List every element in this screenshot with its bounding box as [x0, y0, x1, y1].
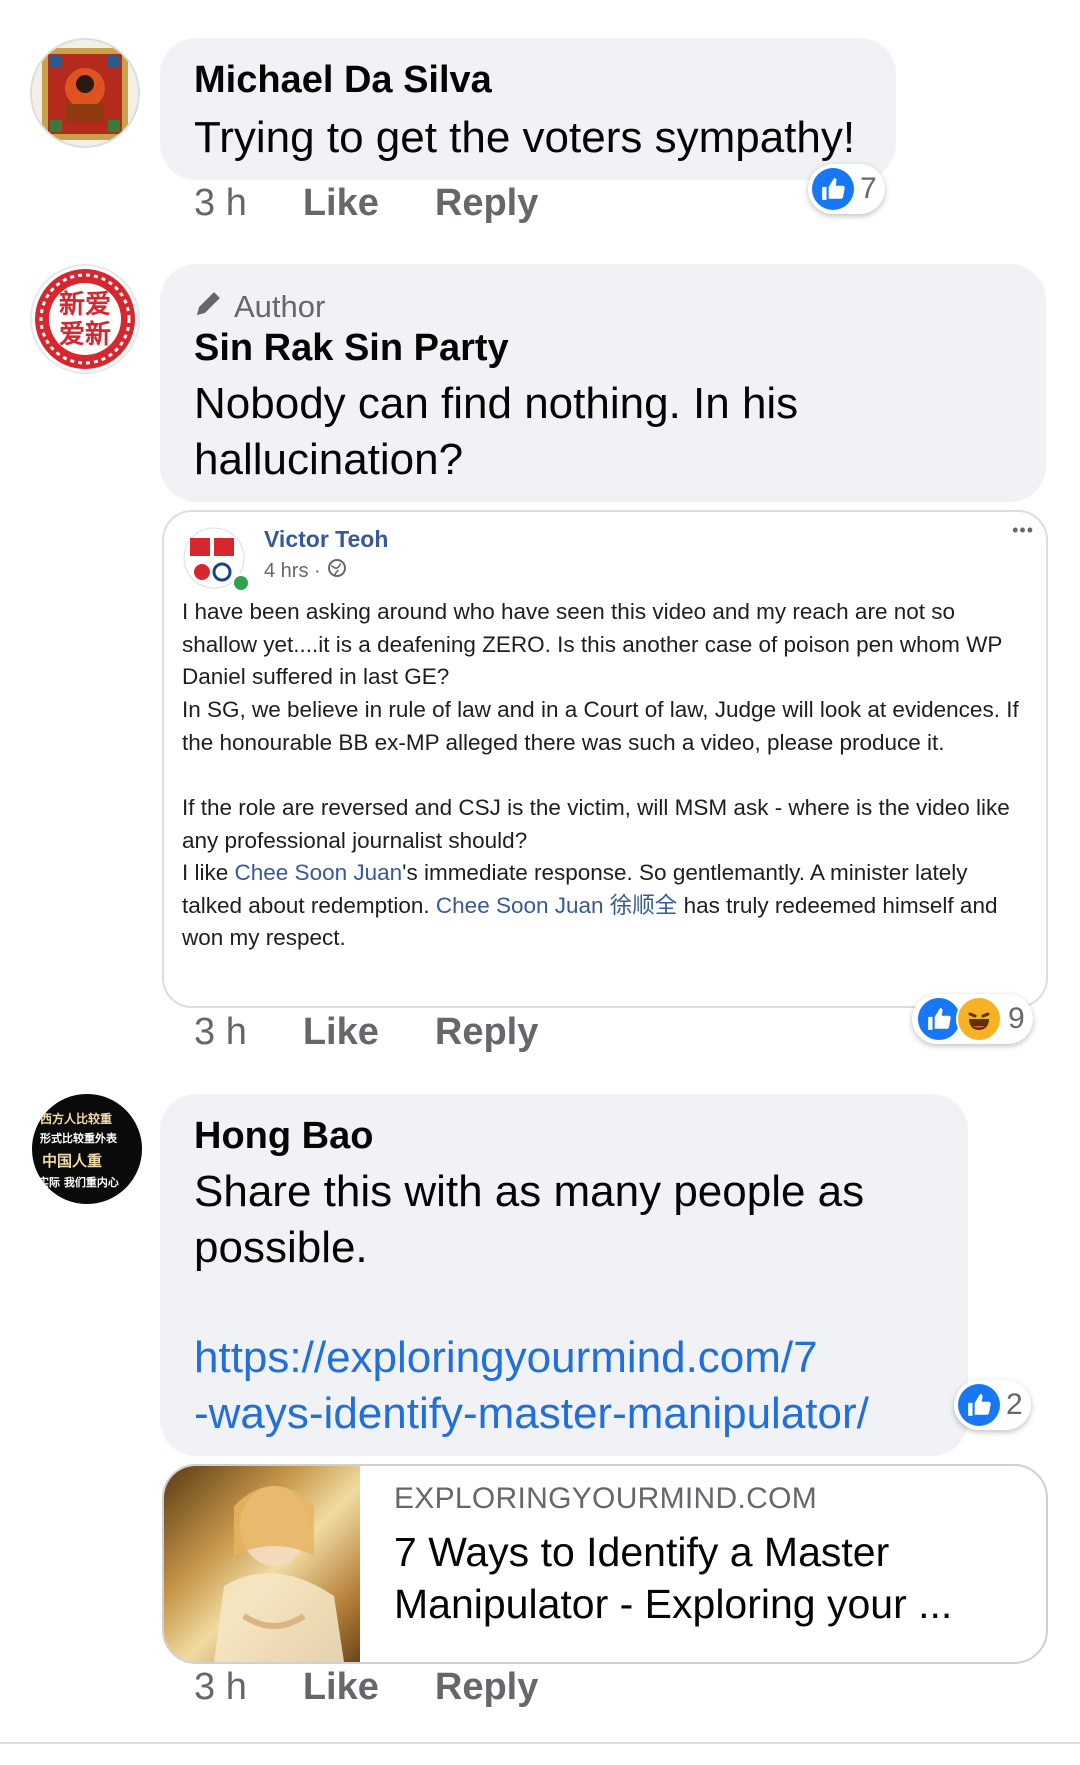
- top-partial-element: [440, 0, 500, 4]
- comment-text: Trying to get the voters sympathy!: [194, 113, 856, 162]
- comment-actions-1: 3 h Like Reply: [194, 182, 594, 225]
- post-time: 4 hrs ·: [264, 559, 321, 582]
- globe-icon: [327, 558, 347, 584]
- reply-button[interactable]: Reply: [435, 182, 538, 225]
- commenter-name[interactable]: Sin Rak Sin Party: [194, 326, 509, 370]
- comment-actions-3: 3 h Like Reply: [194, 1666, 594, 1709]
- reaction-count: 9: [1008, 1002, 1025, 1035]
- reaction-summary-1[interactable]: 7: [808, 164, 885, 214]
- shared-post-image[interactable]: Victor Teoh 4 hrs · ••• I have been aski…: [162, 510, 1048, 1008]
- post-meta: 4 hrs ·: [264, 558, 347, 584]
- like-button[interactable]: Like: [303, 182, 379, 225]
- comment-timestamp[interactable]: 3 h: [194, 1666, 247, 1709]
- post-paragraph-4: I like Chee Soon Juan's immediate respon…: [182, 857, 1032, 955]
- reaction-count: 7: [860, 172, 877, 205]
- haha-reaction-icon: [956, 996, 1002, 1042]
- like-reaction-icon: [958, 1384, 1000, 1426]
- author-badge-label: Author: [234, 289, 326, 324]
- link-title-line-1: 7 Ways to Identify a Master: [394, 1529, 890, 1575]
- reaction-summary-3[interactable]: 2: [954, 1380, 1031, 1430]
- reply-button[interactable]: Reply: [435, 1666, 538, 1709]
- more-options-icon: •••: [1012, 520, 1034, 540]
- link-preview-card[interactable]: EXPLORINGYOURMIND.COM 7 Ways to Identify…: [162, 1464, 1048, 1664]
- link-domain: EXPLORINGYOURMIND.COM: [394, 1482, 818, 1515]
- comment-timestamp[interactable]: 3 h: [194, 1011, 247, 1054]
- comment-bubble-1: Michael Da Silva Trying to get the voter…: [160, 38, 896, 180]
- like-button[interactable]: Like: [303, 1011, 379, 1054]
- p4-text-a: I like: [182, 860, 235, 885]
- bottom-divider: [0, 1742, 1080, 1744]
- commenter-name[interactable]: Hong Bao: [194, 1114, 373, 1158]
- shared-url-link[interactable]: https://exploringyourmind.com/7 -ways-id…: [194, 1330, 869, 1442]
- pencil-icon: [194, 288, 224, 326]
- link-title-line-2: Manipulator - Exploring your ...: [394, 1581, 953, 1627]
- avatar-hong-bao[interactable]: 西方人比较重 形式比较重外表 中国人重 实际 我们重内心: [32, 1094, 142, 1204]
- post-paragraph-1: I have been asking around who have seen …: [182, 599, 1002, 689]
- poster-name: Victor Teoh: [264, 526, 389, 552]
- mention-link: Chee Soon Juan 徐顺全: [435, 892, 678, 918]
- author-badge: Author: [194, 288, 325, 326]
- post-paragraph-3: If the role are reversed and CSJ is the …: [182, 795, 1010, 853]
- avatar-sin-rak-sin-party[interactable]: 新爱 爱新: [30, 264, 140, 374]
- avatar-line-2: 形式比较重外表: [40, 1132, 117, 1145]
- url-line-1: https://exploringyourmind.com/7: [194, 1333, 818, 1382]
- comment-text: Nobody can find nothing. In his hallucin…: [194, 379, 799, 484]
- link-title: 7 Ways to Identify a Master Manipulator …: [394, 1526, 952, 1630]
- post-paragraph-2: In SG, we believe in rule of law and in …: [182, 697, 1019, 755]
- reaction-summary-2[interactable]: 9: [912, 994, 1033, 1044]
- avatar-line-4: 实际 我们重内心: [38, 1176, 119, 1189]
- like-reaction-icon: [812, 168, 854, 210]
- avatar-text-top: 新爱: [58, 290, 111, 320]
- like-button[interactable]: Like: [303, 1666, 379, 1709]
- comment-bubble-3: Hong Bao Share this with as many people …: [160, 1094, 968, 1456]
- commenter-name[interactable]: Michael Da Silva: [194, 58, 492, 102]
- mention-link: Chee Soon Juan: [234, 860, 403, 885]
- poster-avatar: [182, 526, 250, 592]
- reply-button[interactable]: Reply: [435, 1011, 538, 1054]
- comment-timestamp[interactable]: 3 h: [194, 182, 247, 225]
- comment-text: Share this with as many people as possib…: [194, 1167, 865, 1272]
- reaction-count: 2: [1006, 1388, 1023, 1421]
- link-preview-thumbnail: [164, 1466, 360, 1662]
- online-status-dot: [232, 574, 250, 592]
- comment-actions-2: 3 h Like Reply: [194, 1011, 594, 1054]
- avatar-michael[interactable]: [30, 38, 140, 148]
- avatar-text-bottom: 爱新: [58, 320, 111, 350]
- url-line-2: -ways-identify-master-manipulator/: [194, 1389, 869, 1438]
- avatar-line-3: 中国人重: [42, 1152, 103, 1170]
- comment-bubble-2: Author Sin Rak Sin Party Nobody can find…: [160, 264, 1046, 502]
- avatar-line-1: 西方人比较重: [40, 1112, 113, 1126]
